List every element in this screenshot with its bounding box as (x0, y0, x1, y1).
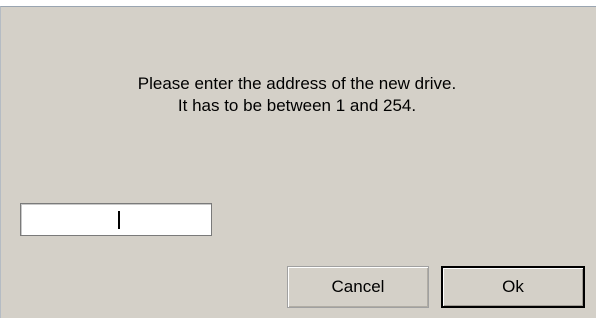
cancel-button-label: Cancel (331, 277, 385, 296)
drive-address-input[interactable] (20, 203, 212, 236)
address-dialog: Please enter the address of the new driv… (0, 6, 596, 318)
ok-button-label: Ok (502, 277, 524, 296)
text-caret (118, 211, 120, 229)
ok-button[interactable]: Ok (441, 266, 585, 308)
instruction-text-line-2: It has to be between 1 and 254. (177, 96, 417, 115)
instruction-text-line-1: Please enter the address of the new driv… (137, 74, 457, 93)
cancel-button[interactable]: Cancel (287, 266, 429, 308)
